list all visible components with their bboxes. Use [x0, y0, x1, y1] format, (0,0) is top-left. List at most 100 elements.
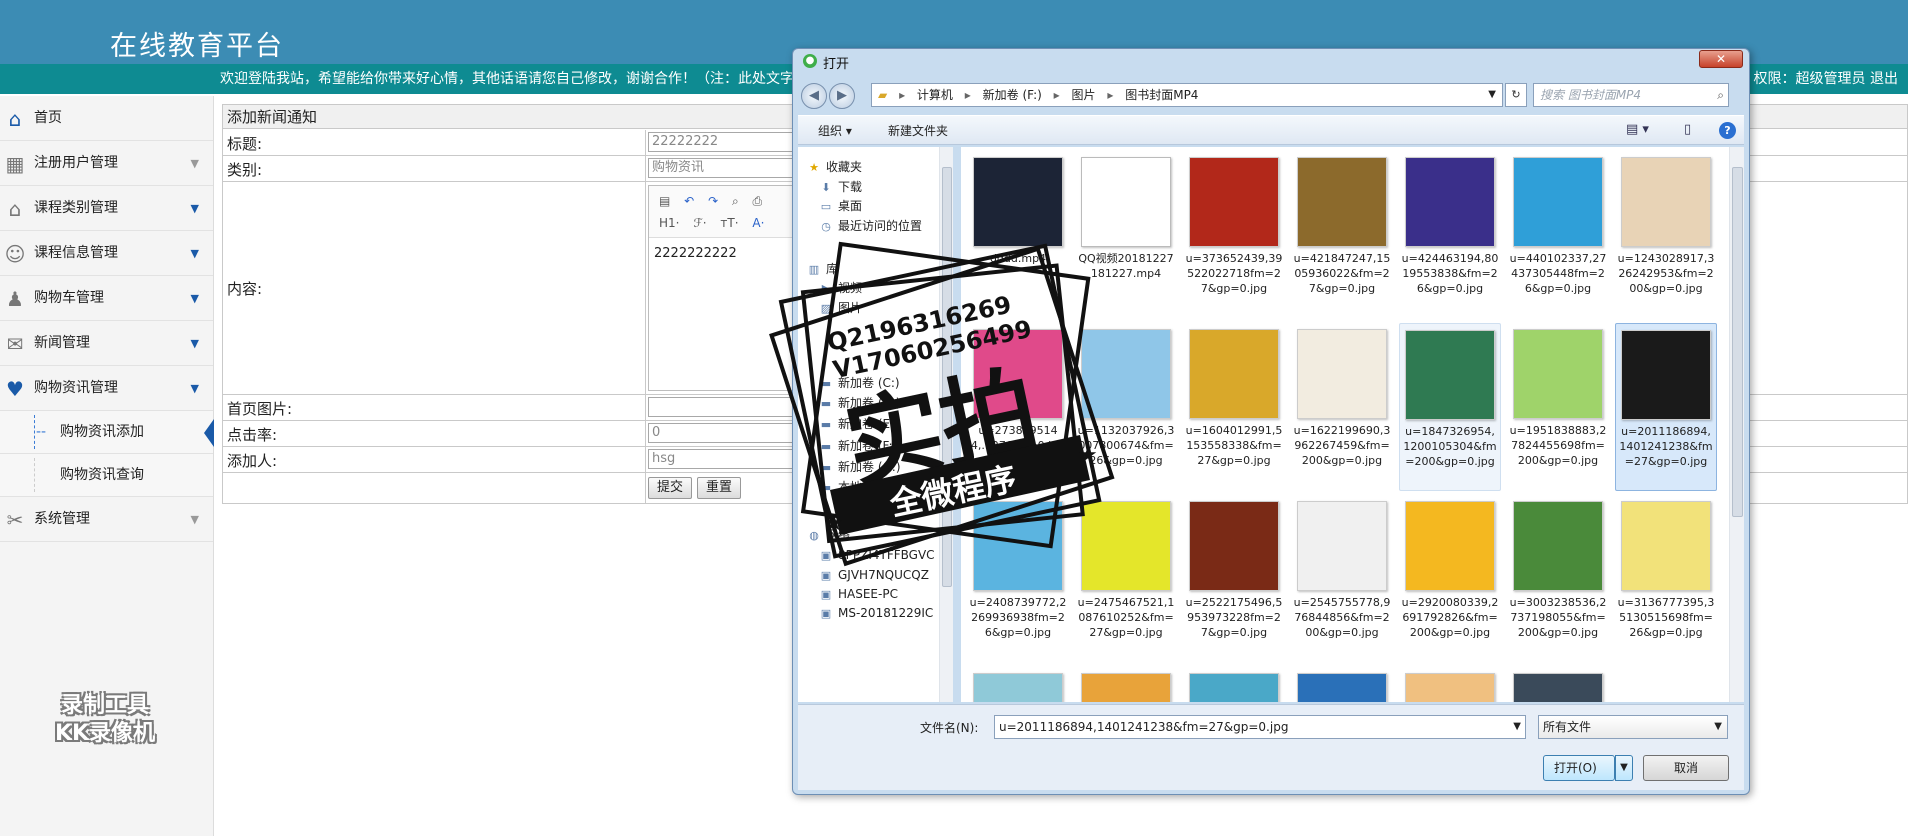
tree-item[interactable]: ▬ 新加卷 (C:)	[818, 373, 900, 393]
address-bar[interactable]: ▰ ▸ 计算机 ▸ 新加卷 (F:) ▸ 图片 ▸ 图书封面MP4 ▼	[871, 83, 1503, 107]
file-item[interactable]: u=421847247,1505936022&fm=27&gp=0.jpg	[1291, 151, 1393, 319]
search-input[interactable]: 搜索 图书封面MP4 ⌕	[1533, 83, 1729, 107]
tree-item[interactable]: ▶ 视频	[818, 278, 862, 298]
tree-scrollbar[interactable]	[939, 147, 953, 702]
cancel-button[interactable]: 取消	[1643, 755, 1729, 781]
file-thumbnail	[1513, 329, 1603, 419]
heading-dropdown[interactable]: H1·	[659, 216, 679, 230]
file-item[interactable]: u=1622199690,3962267459&fm=200&gp=0.jpg	[1291, 323, 1393, 491]
open-dropdown-button[interactable]: ▼	[1615, 755, 1633, 781]
file-thumbnail	[1513, 501, 1603, 591]
tree-item[interactable]: ▬ 新加卷 (E:)	[818, 414, 899, 434]
tree-item[interactable]: ⬇ 下载	[818, 177, 862, 197]
sidebar-item-shopping-info[interactable]: ♥ 购物资讯管理 ▼	[0, 366, 213, 411]
file-item[interactable]: u=2011186894,1401241238&fm=27&gp=0.jpg	[1615, 323, 1717, 491]
tree-item[interactable]: ▬ 新加卷 (F:)	[818, 436, 897, 456]
forward-button[interactable]: ▶	[829, 83, 855, 109]
file-item[interactable]	[967, 667, 1069, 702]
file-name: u=1622199690,3962267459&fm=200&gp=0.jpg	[1293, 424, 1391, 467]
file-item[interactable]: u=2545755778,976844856&fm=200&gp=0.jpg	[1291, 495, 1393, 663]
tree-item[interactable]: ▭ 桌面	[818, 196, 862, 216]
tree-item[interactable]: ▣ 8PPZI4TFFBGVC	[818, 545, 935, 565]
font-size-dropdown[interactable]: тT·	[720, 216, 738, 230]
breadcrumb-item[interactable]: 新加卷 (F:)	[983, 88, 1042, 102]
sidebar-subitem-add[interactable]: -- 购物资讯添加	[0, 411, 214, 454]
chevron-down-icon: ▼	[190, 337, 199, 350]
file-item[interactable]: u=3136777395,35130515698fm=26&gp=0.jpg	[1615, 495, 1717, 663]
file-item[interactable]: u=373652439,39522022718fm=27&gp=0.jpg	[1183, 151, 1285, 319]
file-item[interactable]	[1291, 667, 1393, 702]
print-icon[interactable]: ⎙	[753, 194, 763, 208]
file-item[interactable]: u=1604012991,5153558338&fm=27&gp=0.jpg	[1183, 323, 1285, 491]
file-item[interactable]: u=440102337,27437305448fm=26&gp=0.jpg	[1507, 151, 1609, 319]
tree-item[interactable]: ▬ 新加卷 (D:)	[818, 393, 901, 413]
sidebar-item-course-info[interactable]: ☺ 课程信息管理 ▼	[0, 231, 213, 276]
organize-button[interactable]: 组织 ▾	[818, 116, 852, 146]
breadcrumb-item[interactable]: 图书封面MP4	[1125, 88, 1198, 102]
reset-button[interactable]: 重置	[697, 477, 742, 499]
new-folder-button[interactable]: 新建文件夹	[888, 116, 948, 146]
tree-item[interactable]: ▣ HASEE-PC	[818, 584, 898, 604]
file-item[interactable]: u=1847326954,1200105304&fm=200&gp=0.jpg	[1399, 323, 1501, 491]
close-button[interactable]: ✕	[1699, 50, 1743, 68]
preview-icon[interactable]: ⌕	[732, 194, 739, 208]
grid-scroll-thumb[interactable]	[1732, 167, 1743, 517]
tree-item[interactable]: ▨ 图片	[818, 298, 862, 318]
refresh-button[interactable]: ↻	[1505, 83, 1527, 107]
breadcrumb-item[interactable]: 计算机	[917, 88, 953, 102]
sidebar-item-home[interactable]: ⌂ 首页	[0, 96, 213, 141]
filetype-select[interactable]: 所有文件 ▼	[1538, 715, 1728, 739]
tree-item[interactable]: ★ 收藏夹	[806, 157, 862, 177]
font-family-dropdown[interactable]: ℱ·	[693, 216, 706, 230]
preview-pane-icon[interactable]: ▯	[1684, 122, 1691, 138]
sidebar-item-users[interactable]: ▦ 注册用户管理 ▼	[0, 141, 213, 186]
sidebar-subitem-query[interactable]: 购物资讯查询	[0, 454, 213, 497]
tree-item[interactable]: ▣ GJVH7NQUCQZ	[818, 565, 929, 585]
tree-item[interactable]: ▣ MS-20181229IC	[818, 603, 934, 623]
file-item[interactable]: u=1243028917,326242953&fm=200&gp=0.jpg	[1615, 151, 1717, 319]
grid-scrollbar[interactable]	[1729, 147, 1744, 702]
sidebar-item-course-category[interactable]: ⌂ 课程类别管理 ▼	[0, 186, 213, 231]
permission-logout[interactable]: 权限：超级管理员 退出	[1754, 64, 1898, 94]
back-button[interactable]: ◀	[801, 83, 827, 109]
source-icon[interactable]: ▤	[659, 194, 670, 208]
file-item[interactable]: QQ视频20181227181227.mp4	[1075, 151, 1177, 319]
chevron-down-icon[interactable]: ▼	[1513, 716, 1521, 738]
file-item[interactable]: u=2408739772,2269936938fm=26&gp=0.jpg	[967, 495, 1069, 663]
file-item[interactable]: u=1132037926,3007800674&fm=26&gp=0.jpg	[1075, 323, 1177, 491]
sidebar-item-system[interactable]: ✂ 系统管理 ▼	[0, 497, 213, 542]
help-icon[interactable]: ?	[1719, 122, 1736, 139]
font-color-dropdown[interactable]: A·	[752, 216, 764, 230]
tree-scroll-thumb[interactable]	[942, 167, 952, 587]
app-title: 在线教育平台	[110, 31, 284, 62]
file-item[interactable]: u=1951838883,27824455698fm=200&gp=0.jpg	[1507, 323, 1609, 491]
chevron-down-icon[interactable]: ▼	[1488, 84, 1496, 106]
file-item[interactable]: u=2738295144,...27&gp=0.jpg	[967, 323, 1069, 491]
tree-item-label: 下载	[838, 180, 863, 194]
open-button[interactable]: 打开(O)	[1543, 755, 1615, 781]
file-item[interactable]: dddd.mp4	[967, 151, 1069, 319]
filename-input[interactable]: u=2011186894,1401241238&fm=27&gp=0.jpg ▼	[994, 715, 1526, 739]
submit-button[interactable]: 提交	[648, 477, 693, 499]
sidebar-item-cart[interactable]: ♟ 购物车管理 ▼	[0, 276, 213, 321]
view-icon[interactable]: ▤ ▾	[1626, 122, 1649, 138]
tree-item[interactable]: ▬ 新加卷 (G:)	[818, 457, 901, 477]
tree-item[interactable]: ◷ 最近访问的位置	[818, 216, 922, 236]
tree-item[interactable]: ▥ 库	[806, 259, 838, 279]
file-item[interactable]: u=3003238536,2737198055&fm=200&gp=0.jpg	[1507, 495, 1609, 663]
file-item[interactable]	[1183, 667, 1285, 702]
file-item[interactable]	[1399, 667, 1501, 702]
file-item[interactable]: u=2522175496,5953973228fm=27&gp=0.jpg	[1183, 495, 1285, 663]
file-item[interactable]	[1075, 667, 1177, 702]
tree-item[interactable]: ◍ 网络	[806, 525, 850, 545]
redo-icon[interactable]: ↷	[708, 194, 718, 208]
tree-item[interactable]: ▬ 本地磁盘 (H:)	[818, 477, 912, 497]
undo-icon[interactable]: ↶	[684, 194, 694, 208]
file-item[interactable]	[1507, 667, 1609, 702]
file-name: u=424463194,8019553838&fm=26&gp=0.jpg	[1401, 252, 1499, 295]
sidebar-item-news[interactable]: ✉ 新闻管理 ▼	[0, 321, 213, 366]
breadcrumb-item[interactable]: 图片	[1072, 88, 1096, 102]
file-item[interactable]: u=2475467521,1087610252&fm=27&gp=0.jpg	[1075, 495, 1177, 663]
file-item[interactable]: u=424463194,8019553838&fm=26&gp=0.jpg	[1399, 151, 1501, 319]
file-item[interactable]: u=2920080339,2691792826&fm=200&gp=0.jpg	[1399, 495, 1501, 663]
